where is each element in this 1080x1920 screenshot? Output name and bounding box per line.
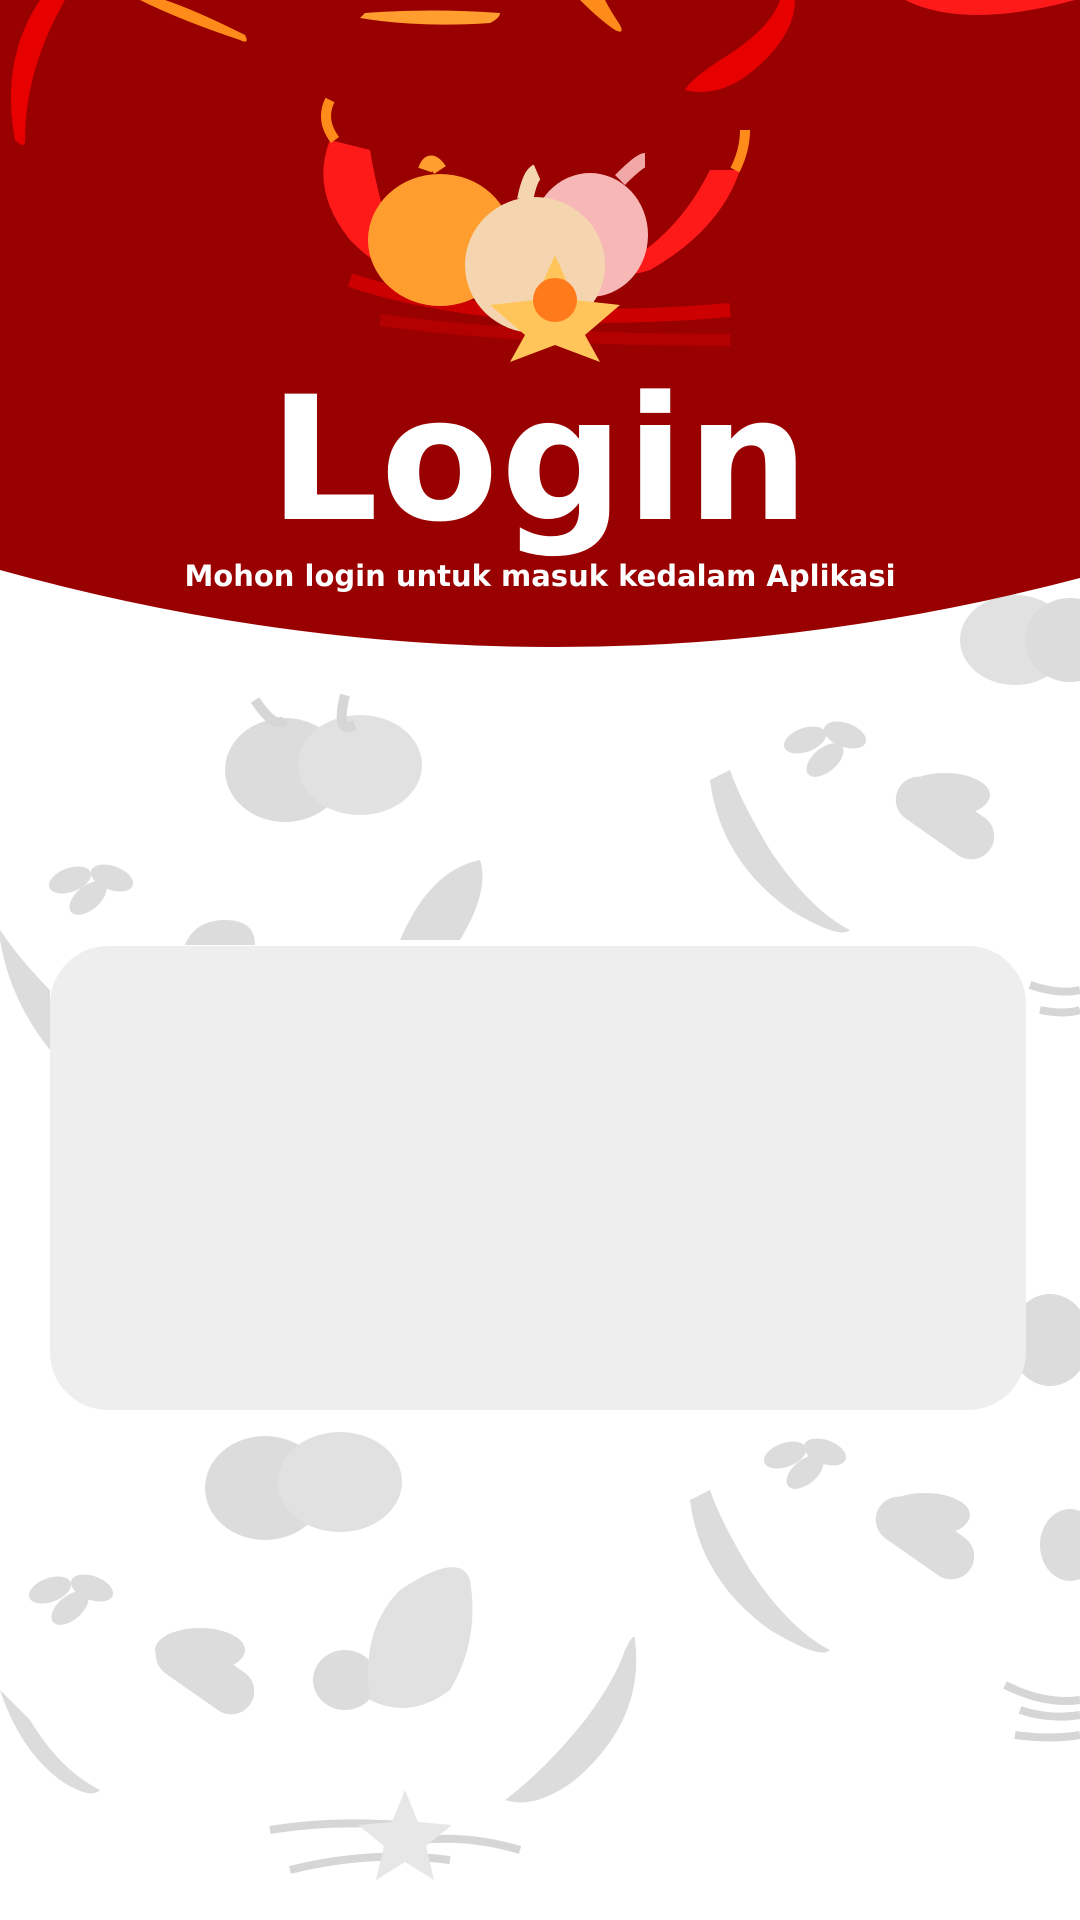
chili-icon bbox=[690, 1490, 830, 1653]
clove-icon bbox=[155, 1628, 255, 1715]
chili-icon bbox=[710, 770, 850, 933]
page-subtitle: Mohon login untuk masuk kedalam Aplikasi bbox=[184, 559, 896, 593]
login-card bbox=[50, 946, 1026, 1410]
clove-icon bbox=[895, 773, 995, 860]
garlic-icon bbox=[313, 1567, 473, 1710]
garlic-icon bbox=[205, 1432, 402, 1540]
page-title: Login bbox=[268, 359, 812, 560]
header-banner: Login Mohon login untuk masuk kedalam Ap… bbox=[0, 0, 1080, 660]
clove-icon bbox=[875, 1493, 975, 1580]
garlic-icon bbox=[225, 693, 422, 822]
leaf-icon bbox=[28, 1574, 114, 1625]
login-screen: Login Mohon login untuk masuk kedalam Ap… bbox=[0, 0, 1080, 1920]
leaf-icon bbox=[783, 721, 867, 777]
leaf-icon bbox=[48, 864, 134, 915]
chili-icon bbox=[505, 1636, 637, 1803]
star-anise-icon bbox=[269, 1790, 522, 1880]
leaf-icon bbox=[763, 1438, 847, 1489]
